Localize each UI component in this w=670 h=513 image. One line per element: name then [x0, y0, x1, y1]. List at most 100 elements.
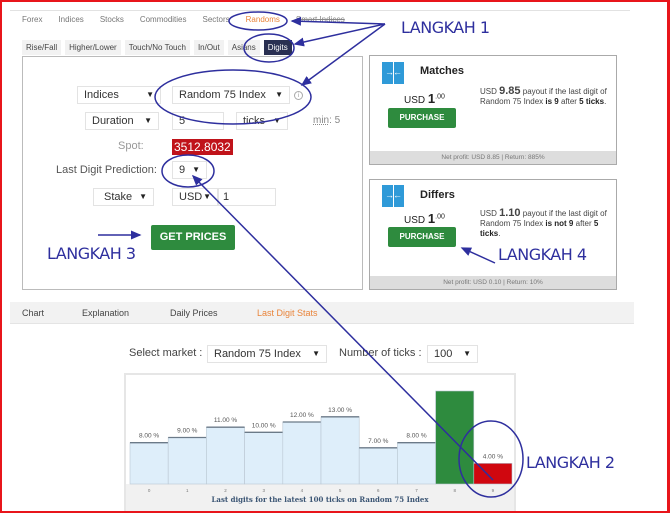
contract-card-differs: →← Differs USD 1.00 PURCHASE USD 1.10 pa… — [369, 179, 617, 290]
select-market-label: Select market : — [129, 347, 203, 359]
x-tick-label: 7 — [415, 488, 418, 493]
x-tick-label: 4 — [301, 488, 304, 493]
market-type-select[interactable]: Indices ▼ — [77, 86, 161, 104]
bar-value-label: 7.00 % — [368, 438, 388, 445]
spot-value: 3512.8032 — [172, 139, 233, 155]
bar-digit-0 — [129, 442, 169, 485]
contract-tab-digits[interactable]: Digits — [263, 40, 292, 55]
bar-digit-3 — [244, 432, 284, 485]
contract-tab-rise-fall[interactable]: Rise/Fall — [22, 40, 62, 55]
card-title: Matches — [420, 65, 465, 77]
bar-value-label: 8.00 % — [139, 433, 159, 440]
market-tab-forex[interactable]: Forex — [22, 15, 42, 24]
bar-value-label: 12.00 % — [290, 412, 314, 419]
bar-digit-8 — [435, 390, 475, 485]
underlying-value: Random 75 Index — [179, 89, 266, 101]
contract-tabs: Rise/Fall Higher/Lower Touch/No Touch In/Ou… — [22, 40, 296, 55]
bar-digit-6 — [358, 447, 398, 485]
info-icon[interactable]: i — [294, 91, 303, 100]
card-description: USD 1.10 payout if the last digit of Ran… — [480, 207, 607, 239]
annotation-step-2: LANGKAH 2 — [526, 453, 615, 472]
stats-market-select[interactable]: Random 75 Index ▼ — [207, 345, 327, 363]
purchase-matches-button[interactable]: PURCHASE — [388, 108, 456, 128]
contract-tab-asians[interactable]: Asians — [227, 40, 260, 55]
card-price: USD 1.00 — [404, 91, 445, 106]
prediction-select[interactable]: 9 ▼ — [172, 161, 207, 179]
arrow-step1-digits — [293, 23, 386, 47]
market-tab-smart-indices[interactable]: Smart Indices — [296, 15, 345, 24]
card-price: USD 1.00 — [404, 211, 445, 226]
market-tab-stocks[interactable]: Stocks — [100, 15, 124, 24]
card-footer: Net profit: USD 0.10 | Return: 10% — [370, 276, 616, 289]
contract-tab-touch-no-touch[interactable]: Touch/No Touch — [124, 40, 190, 55]
bar-value-label: 10.00 % — [252, 422, 276, 429]
market-tab-sectors[interactable]: Sectors — [203, 15, 230, 24]
currency-select[interactable]: USD ▼ — [172, 188, 218, 206]
annotation-step-4: LANGKAH 4 — [498, 245, 587, 264]
amount-input[interactable]: 1 — [218, 188, 276, 206]
bar-digit-4 — [282, 421, 322, 485]
contract-tab-higher-lower[interactable]: Higher/Lower — [65, 40, 121, 55]
bar-value-label: 8.00 % — [406, 433, 426, 440]
contract-card-matches: →← Matches USD 1.00 PURCHASE USD 9.85 pa… — [369, 55, 617, 165]
duration-type-select[interactable]: Duration ▼ — [85, 112, 159, 130]
spot-label: Spot: — [118, 140, 144, 152]
purchase-differs-button[interactable]: PURCHASE — [388, 227, 456, 247]
get-prices-button[interactable]: GET PRICES — [151, 225, 235, 250]
duration-value: 5 — [179, 115, 186, 127]
bar-value-label: 4.00 % — [483, 453, 503, 460]
card-title: Differs — [420, 189, 455, 201]
chevron-down-icon: ▼ — [463, 349, 471, 358]
chevron-down-icon: ▼ — [146, 90, 154, 99]
market-tab-commodities[interactable]: Commodities — [140, 15, 187, 24]
amount-type-select[interactable]: Stake ▼ — [93, 188, 154, 206]
number-of-ticks-select[interactable]: 100 ▼ — [427, 345, 478, 363]
amount-type-value: Stake — [104, 191, 133, 203]
tab-daily-prices[interactable]: Daily Prices — [170, 308, 218, 318]
prediction-value: 9 — [179, 164, 186, 176]
tab-explanation[interactable]: Explanation — [82, 308, 129, 318]
card-footer: Net profit: USD 8.85 | Return: 885% — [370, 151, 616, 164]
x-tick-label: 0 — [148, 488, 151, 493]
market-tabs: Forex Indices Stocks Commodities Sectors Rand… — [22, 15, 361, 24]
contract-tab-in-out[interactable]: In/Out — [193, 40, 224, 55]
chevron-down-icon: ▼ — [192, 165, 200, 174]
x-tick-label: 5 — [339, 488, 342, 493]
bar-digit-9 — [473, 463, 513, 485]
prediction-label: Last Digit Prediction: — [56, 164, 157, 176]
chevron-down-icon: ▼ — [139, 192, 147, 201]
bar-digit-2 — [206, 426, 245, 485]
duration-unit-value: ticks — [243, 115, 265, 127]
bar-digit-1 — [167, 437, 207, 485]
bar-value-label: 9.00 % — [177, 428, 197, 435]
x-tick-label: 8 — [453, 488, 456, 493]
duration-input[interactable]: 5 — [172, 112, 224, 130]
tab-chart[interactable]: Chart — [22, 308, 44, 318]
chart-title: Last digits for the latest 100 ticks on … — [212, 495, 430, 504]
amount-value: 1 — [223, 191, 230, 203]
chevron-down-icon: ▼ — [203, 192, 211, 201]
tab-last-digit-stats[interactable]: Last Digit Stats — [257, 308, 318, 318]
x-tick-label: 9 — [492, 488, 495, 493]
annotation-step-3: LANGKAH 3 — [47, 244, 136, 263]
number-of-ticks-label: Number of ticks : — [339, 347, 422, 359]
differs-icon: →← — [382, 185, 404, 207]
currency-value: USD — [179, 191, 203, 203]
chevron-down-icon: ▼ — [312, 349, 320, 358]
chevron-down-icon: ▼ — [273, 116, 281, 125]
number-of-ticks-value: 100 — [434, 348, 453, 360]
card-description: USD 9.85 payout if the last digit of Ran… — [480, 85, 607, 107]
x-tick-label: 6 — [377, 488, 380, 493]
duration-unit-select[interactable]: ticks ▼ — [236, 112, 288, 130]
market-tab-indices[interactable]: Indices — [58, 15, 83, 24]
chevron-down-icon: ▼ — [275, 90, 283, 99]
x-tick-label: 2 — [224, 488, 227, 493]
last-digit-chart: 8.00 % 0 9.00 % 1 11.00 % 2 10.00 % 3 12.00 % 4 13… — [124, 373, 516, 513]
bar-value-label: 13.00 % — [328, 407, 352, 414]
market-tab-randoms[interactable]: Randoms — [246, 15, 280, 24]
bar-digit-5 — [320, 416, 360, 485]
x-tick-label: 1 — [186, 488, 189, 493]
min-duration-label: min: 5 — [313, 115, 341, 126]
underlying-select[interactable]: Random 75 Index ▼ — [172, 86, 290, 104]
top-divider — [10, 10, 630, 11]
